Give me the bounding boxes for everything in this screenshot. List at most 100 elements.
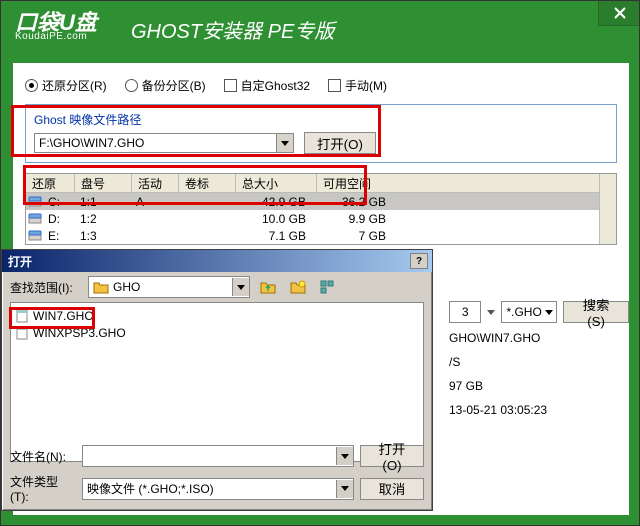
col-restore[interactable]: 还原 — [26, 174, 75, 192]
filename-dropdown-button[interactable] — [336, 447, 353, 465]
cell-active: A — [130, 195, 176, 209]
table-row[interactable]: E:1:3 7.1 GB7 GB — [26, 227, 616, 244]
drive-table: 还原 盘号 活动 卷标 总大小 可用空间 C:1:1A 42.9 GB36.2 G… — [25, 173, 617, 245]
spin-value: 3 — [462, 305, 469, 319]
view-icon — [320, 280, 336, 294]
lookin-label: 查找范围(I): — [10, 279, 82, 296]
checkbox-ghost32-label: 自定Ghost32 — [241, 77, 310, 94]
radio-backup-label: 备份分区(B) — [142, 77, 206, 94]
folder-icon — [93, 280, 109, 294]
path-input[interactable]: F:\GHO\WIN7.GHO — [34, 133, 294, 153]
checkbox-ghost32[interactable]: 自定Ghost32 — [224, 77, 310, 94]
drive-icon — [28, 213, 42, 225]
radio-backup[interactable]: 备份分区(B) — [125, 77, 206, 94]
filetype-select[interactable]: 映像文件 (*.GHO;*.ISO) — [82, 478, 354, 500]
lookin-value: GHO — [113, 280, 232, 294]
close-button[interactable] — [598, 1, 640, 26]
cell-drive: E: — [42, 229, 74, 243]
info-path: GHO\WIN7.GHO — [449, 331, 540, 345]
chevron-down-icon — [281, 141, 289, 146]
path-dropdown-button[interactable] — [276, 134, 293, 152]
cell-free: 7 GB — [312, 229, 392, 243]
app-header: 口袋U盘 KoudaiPE.com GHOST安装器 PE专版 — [1, 1, 640, 53]
list-item[interactable]: WINXPSP3.GHO — [15, 324, 419, 341]
checkbox-icon — [328, 79, 341, 92]
list-item[interactable]: WIN7.GHO — [15, 307, 419, 324]
col-size[interactable]: 总大小 — [236, 174, 317, 192]
path-group: Ghost 映像文件路径 F:\GHO\WIN7.GHO 打开(O) — [25, 104, 617, 163]
cell-size: 10.0 GB — [232, 212, 312, 226]
col-free[interactable]: 可用空间 — [317, 174, 397, 192]
app-title: GHOST安装器 PE专版 — [131, 15, 334, 44]
chevron-down-icon — [341, 454, 349, 459]
checkbox-manual-label: 手动(M) — [345, 77, 387, 94]
table-header: 还原 盘号 活动 卷标 总大小 可用空间 — [26, 174, 616, 193]
new-folder-button[interactable] — [286, 276, 310, 298]
open-button[interactable]: 打开(O) — [304, 132, 376, 154]
dialog-cancel-button[interactable]: 取消 — [360, 478, 424, 500]
cell-drive: D: — [42, 212, 74, 226]
cell-free: 9.9 GB — [312, 212, 392, 226]
open-button-label: 打开(O) — [317, 134, 363, 153]
filter-row: 3 *.GHO 搜索(S) — [449, 301, 629, 323]
cell-drive: C: — [42, 195, 74, 209]
view-menu-button[interactable] — [316, 276, 340, 298]
dialog-title: 打开 — [8, 253, 32, 270]
cell-disk: 1:3 — [74, 229, 130, 243]
file-icon — [15, 309, 29, 323]
spin-down-icon[interactable] — [487, 310, 495, 315]
filetype-value: 映像文件 (*.GHO;*.ISO) — [83, 480, 336, 497]
search-button-label: 搜索(S) — [576, 295, 616, 329]
dialog-open-button[interactable]: 打开(O) — [360, 445, 424, 467]
chevron-down-icon — [545, 310, 553, 315]
ext-filter-value: *.GHO — [502, 305, 542, 319]
scrollbar-vertical[interactable] — [599, 174, 616, 244]
file-name: WINXPSP3.GHO — [33, 326, 126, 340]
file-list[interactable]: WIN7.GHO WINXPSP3.GHO — [10, 302, 424, 462]
filetype-label: 文件类型(T): — [10, 473, 76, 504]
cell-disk: 1:2 — [74, 212, 130, 226]
help-button[interactable]: ? — [410, 253, 428, 269]
radio-restore[interactable]: 还原分区(R) — [25, 77, 107, 94]
dialog-toolbar: 查找范围(I): GHO — [2, 272, 432, 302]
cell-disk: 1:1 — [74, 195, 130, 209]
chevron-down-icon — [237, 285, 245, 290]
drive-icon — [28, 230, 42, 242]
ext-filter-select[interactable]: *.GHO — [501, 301, 557, 323]
file-name: WIN7.GHO — [33, 309, 94, 323]
cell-size: 42.9 GB — [232, 195, 312, 209]
cell-size: 7.1 GB — [232, 229, 312, 243]
path-group-title: Ghost 映像文件路径 — [34, 111, 608, 128]
folder-up-icon — [260, 280, 276, 294]
up-one-level-button[interactable] — [256, 276, 280, 298]
checkbox-icon — [224, 79, 237, 92]
spin-input[interactable]: 3 — [449, 301, 481, 323]
help-icon: ? — [416, 256, 422, 267]
col-label[interactable]: 卷标 — [179, 174, 236, 192]
file-icon — [15, 326, 29, 340]
info-free: 97 GB — [449, 379, 483, 393]
filename-input[interactable] — [82, 445, 354, 467]
radio-restore-label: 还原分区(R) — [42, 77, 107, 94]
new-folder-icon — [290, 280, 306, 294]
col-active[interactable]: 活动 — [132, 174, 179, 192]
cell-free: 36.2 GB — [312, 195, 392, 209]
table-row[interactable]: C:1:1A 42.9 GB36.2 GB — [26, 193, 616, 210]
table-row[interactable]: D:1:2 10.0 GB9.9 GB — [26, 210, 616, 227]
search-button[interactable]: 搜索(S) — [563, 301, 629, 323]
path-value: F:\GHO\WIN7.GHO — [35, 136, 276, 150]
app-logo-sub: KoudaiPE.com — [15, 31, 87, 42]
filetype-dropdown-button[interactable] — [336, 480, 353, 498]
col-disk[interactable]: 盘号 — [75, 174, 132, 192]
mode-row: 还原分区(R) 备份分区(B) 自定Ghost32 手动(M) — [25, 77, 617, 94]
radio-dot-icon — [25, 79, 38, 92]
lookin-dropdown-button[interactable] — [232, 278, 249, 296]
dialog-titlebar[interactable]: 打开 ? — [2, 250, 432, 272]
info-mtime: 13-05-21 03:05:23 — [449, 403, 547, 417]
info-fs: /S — [449, 355, 460, 369]
close-icon — [614, 7, 626, 19]
lookin-select[interactable]: GHO — [88, 276, 250, 298]
checkbox-manual[interactable]: 手动(M) — [328, 77, 387, 94]
dialog-cancel-label: 取消 — [379, 479, 406, 498]
dialog-open-label: 打开(O) — [373, 439, 411, 473]
